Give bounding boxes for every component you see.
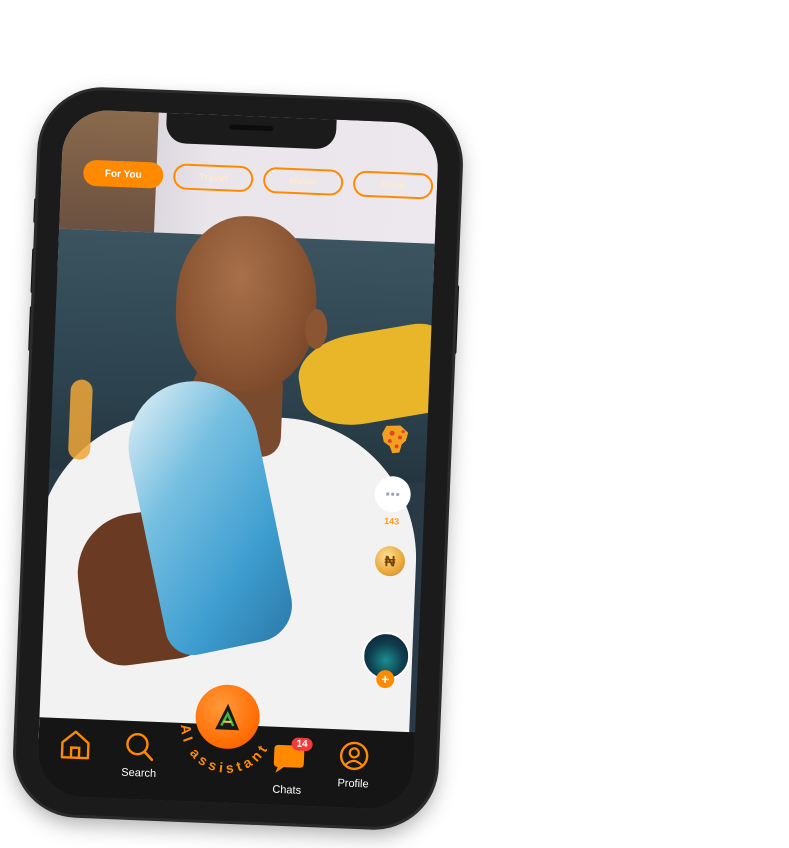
tab-travel[interactable]: Travel (172, 163, 254, 193)
phone-screen: For You Travel Music Desk 143 ₦ + Search… (36, 108, 440, 811)
creator-avatar-button[interactable]: + (361, 631, 412, 689)
nav-search[interactable]: Search (121, 731, 158, 780)
assistant-logo-icon (215, 703, 240, 731)
comment-button[interactable]: 143 (373, 475, 412, 527)
tip-button[interactable]: ₦ (374, 545, 406, 577)
nav-profile[interactable]: Profile (337, 739, 371, 790)
phone-mockup: For You Travel Music Desk 143 ₦ + Search… (13, 87, 463, 830)
action-rail: 143 ₦ + (361, 421, 417, 689)
search-icon (126, 733, 154, 762)
chats-badge: 14 (291, 737, 313, 752)
comment-count: 143 (383, 515, 400, 527)
tab-for-you[interactable]: For You (82, 159, 164, 189)
nav-home[interactable] (58, 728, 93, 761)
profile-label: Profile (337, 777, 369, 791)
coin-icon: ₦ (374, 545, 406, 577)
comment-icon (373, 475, 412, 513)
side-indicator (67, 379, 94, 461)
bottom-nav: Search AI assistant 14 Chats Profile (36, 683, 416, 811)
chats-label: Chats (272, 783, 302, 797)
phone-frame: For You Travel Music Desk 143 ₦ + Search… (13, 87, 463, 830)
tab-desk[interactable]: Desk (352, 170, 434, 200)
nav-chats[interactable]: 14 Chats (269, 737, 313, 797)
map-button[interactable] (377, 422, 412, 457)
tab-music[interactable]: Music (262, 166, 344, 196)
profile-icon (339, 741, 369, 771)
map-icon (382, 425, 409, 454)
search-label: Search (121, 766, 157, 780)
home-icon (60, 730, 90, 760)
